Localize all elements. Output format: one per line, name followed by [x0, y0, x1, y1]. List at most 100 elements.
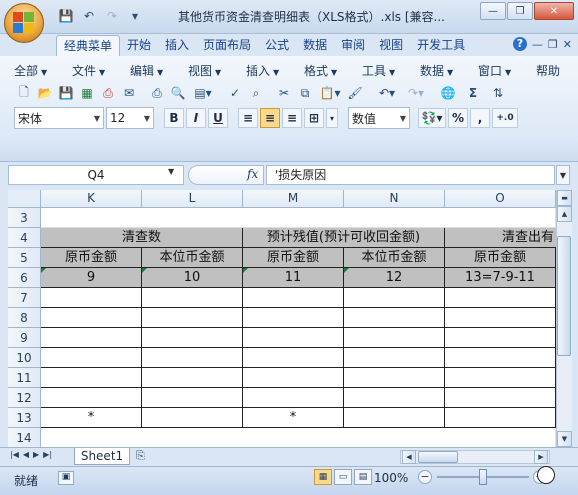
- menu-format[interactable]: 格式 ▼: [304, 62, 362, 79]
- tab-classic-menu[interactable]: 经典菜单: [56, 35, 121, 56]
- office-button[interactable]: [4, 3, 44, 43]
- cell-k11[interactable]: [41, 368, 142, 388]
- column-header-n[interactable]: N: [344, 190, 445, 208]
- scroll-up-icon[interactable]: ▲: [557, 206, 572, 222]
- cell-n6[interactable]: 12: [344, 268, 445, 288]
- horizontal-scroll-thumb[interactable]: [418, 451, 458, 463]
- page-setup-icon[interactable]: ▤▾: [189, 83, 217, 103]
- menu-view[interactable]: 视图 ▼: [188, 62, 246, 79]
- redo-icon[interactable]: ↷▾: [402, 83, 430, 103]
- cell-n9[interactable]: [344, 328, 445, 348]
- open-folder-icon[interactable]: 📂: [35, 83, 55, 103]
- bold-button[interactable]: B: [164, 108, 184, 128]
- cell-k10[interactable]: [41, 348, 142, 368]
- align-center-icon[interactable]: ≡: [260, 108, 280, 128]
- cell-o12[interactable]: [445, 388, 556, 408]
- scroll-split-icon[interactable]: ▬: [557, 190, 572, 206]
- select-all-corner[interactable]: [8, 190, 41, 208]
- cell-o7[interactable]: [445, 288, 556, 308]
- menu-file[interactable]: 文件 ▼: [72, 62, 130, 79]
- cell-l10[interactable]: [142, 348, 243, 368]
- menu-all[interactable]: 全部 ▼: [14, 62, 72, 79]
- cell-m9[interactable]: [243, 328, 344, 348]
- font-size-select[interactable]: 12 ▼: [106, 107, 154, 129]
- increase-decimal-button[interactable]: +.0: [492, 108, 518, 128]
- cell-l12[interactable]: [142, 388, 243, 408]
- currency-icon[interactable]: 💱▾: [418, 108, 446, 128]
- format-painter-icon[interactable]: 🖌: [345, 83, 365, 103]
- underline-button[interactable]: U: [208, 108, 228, 128]
- row-header-9[interactable]: 9: [8, 328, 41, 348]
- copy-icon[interactable]: ⧉: [295, 83, 315, 103]
- hyperlink-icon[interactable]: 🌐: [438, 83, 458, 103]
- menu-tools[interactable]: 工具 ▼: [362, 62, 420, 79]
- comma-button[interactable]: ,: [470, 108, 490, 128]
- cell-o4[interactable]: 清查出有: [445, 228, 556, 248]
- cell-k7[interactable]: [41, 288, 142, 308]
- normal-view-icon[interactable]: ▦: [314, 469, 332, 485]
- cell-m6[interactable]: 11: [243, 268, 344, 288]
- cell-k9[interactable]: [41, 328, 142, 348]
- zoom-level[interactable]: 100%: [374, 471, 408, 485]
- row-header-13[interactable]: 13: [8, 408, 41, 428]
- spelling-icon[interactable]: ✓: [225, 83, 245, 103]
- row-header-10[interactable]: 10: [8, 348, 41, 368]
- cell-o11[interactable]: [445, 368, 556, 388]
- font-name-select[interactable]: 宋体 ▼: [14, 107, 104, 129]
- last-sheet-icon[interactable]: ▶|: [43, 450, 52, 459]
- column-header-l[interactable]: L: [142, 190, 243, 208]
- chevron-down-icon[interactable]: ▼: [168, 167, 174, 176]
- ribbon-restore-icon[interactable]: ❐: [548, 38, 558, 51]
- cell-n10[interactable]: [344, 348, 445, 368]
- scroll-left-icon[interactable]: ◀: [402, 450, 416, 464]
- sum-icon[interactable]: Σ: [459, 83, 487, 103]
- cell-n11[interactable]: [344, 368, 445, 388]
- customize-qat-icon[interactable]: ▾: [125, 6, 145, 26]
- merge-dropdown-icon[interactable]: ▾: [326, 108, 338, 128]
- menu-help[interactable]: 帮助: [536, 62, 566, 79]
- column-header-o[interactable]: O: [445, 190, 556, 208]
- undo-icon[interactable]: ↶▾: [373, 83, 401, 103]
- next-sheet-icon[interactable]: ▶: [33, 450, 39, 459]
- cell-k6[interactable]: 9: [41, 268, 142, 288]
- menu-insert[interactable]: 插入 ▼: [246, 62, 304, 79]
- percent-button[interactable]: %: [448, 108, 468, 128]
- cell-n5[interactable]: 本位币金额: [344, 248, 445, 268]
- new-document-icon[interactable]: 🗋: [14, 83, 34, 103]
- tab-insert[interactable]: 插入: [158, 35, 196, 56]
- cell-m11[interactable]: [243, 368, 344, 388]
- row-header-8[interactable]: 8: [8, 308, 41, 328]
- menu-data[interactable]: 数据 ▼: [420, 62, 478, 79]
- table-row[interactable]: [41, 208, 556, 228]
- cell-m4-merged[interactable]: 预计残值(预计可收回金额): [243, 228, 445, 248]
- insert-function-button[interactable]: fx: [247, 167, 258, 181]
- cell-m13[interactable]: *: [243, 408, 344, 428]
- cell-o9[interactable]: [445, 328, 556, 348]
- cell-o10[interactable]: [445, 348, 556, 368]
- cell-l7[interactable]: [142, 288, 243, 308]
- cell-n7[interactable]: [344, 288, 445, 308]
- research-icon[interactable]: ⌕: [246, 83, 266, 103]
- scroll-down-icon[interactable]: ▼: [557, 431, 572, 447]
- scroll-right-icon[interactable]: ▶: [534, 450, 548, 464]
- row-header-7[interactable]: 7: [8, 288, 41, 308]
- print-preview-icon[interactable]: 🔍: [168, 83, 188, 103]
- cell-n12[interactable]: [344, 388, 445, 408]
- mail-icon[interactable]: ✉: [119, 83, 139, 103]
- merge-center-icon[interactable]: ⊞: [304, 108, 324, 128]
- tab-data[interactable]: 数据: [296, 35, 334, 56]
- cell-l13[interactable]: [142, 408, 243, 428]
- help-icon[interactable]: ?: [512, 37, 527, 51]
- cell-k5[interactable]: 原币金额: [41, 248, 142, 268]
- cell-k8[interactable]: [41, 308, 142, 328]
- row-header-4[interactable]: 4: [8, 228, 41, 248]
- vertical-scroll-thumb[interactable]: [557, 236, 571, 356]
- page-layout-view-icon[interactable]: ▭: [334, 469, 352, 485]
- tab-view[interactable]: 视图: [372, 35, 410, 56]
- row-header-6[interactable]: 6: [8, 268, 41, 288]
- cell-o6[interactable]: 13=7-9-11: [445, 268, 556, 288]
- tab-home[interactable]: 开始: [120, 35, 158, 56]
- paste-icon[interactable]: 📋▾: [316, 83, 344, 103]
- save-icon[interactable]: 💾: [56, 83, 76, 103]
- print-icon[interactable]: ⎙: [147, 83, 167, 103]
